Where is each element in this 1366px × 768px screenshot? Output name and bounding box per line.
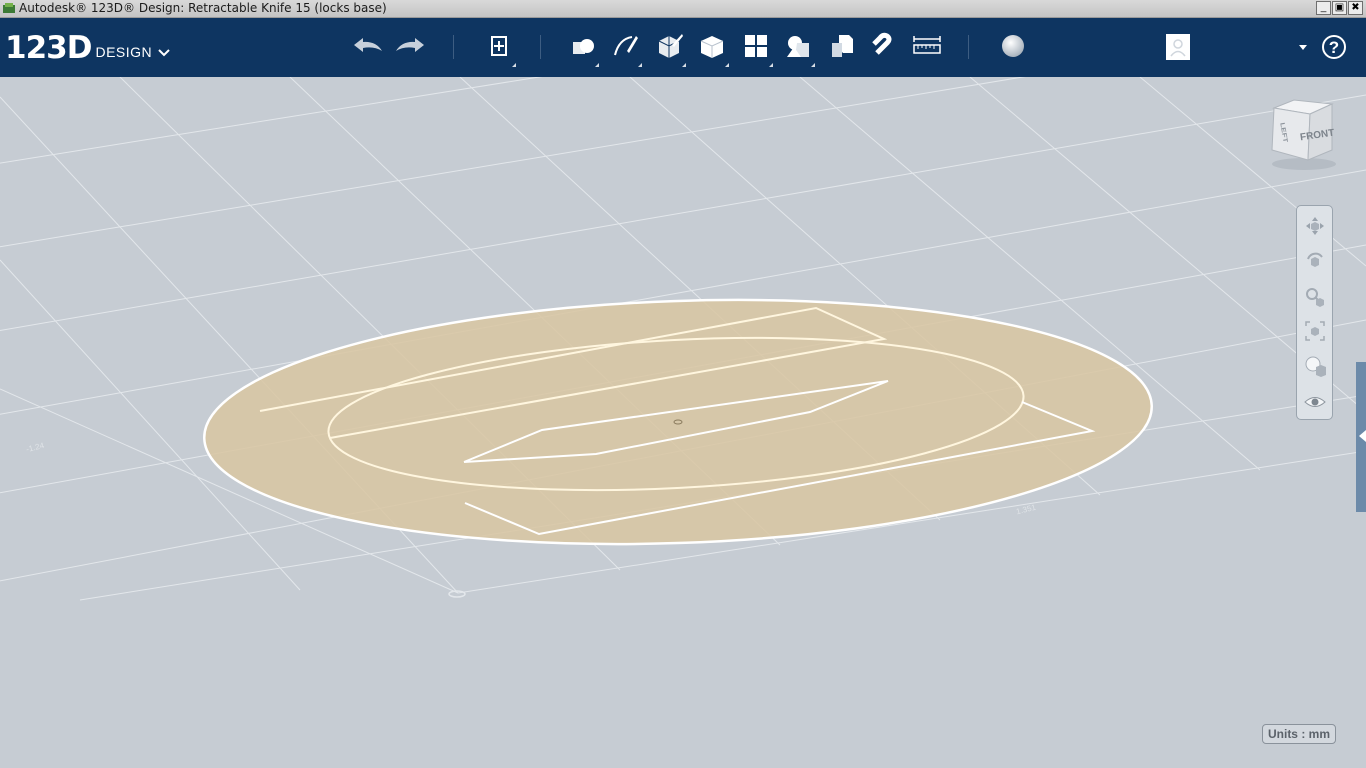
- account-dropdown-icon[interactable]: [1299, 45, 1307, 50]
- material-button[interactable]: [996, 29, 1030, 63]
- account-button[interactable]: [1166, 34, 1190, 60]
- logo-number: 123D: [5, 30, 92, 66]
- view-mode-icon: [1305, 356, 1326, 377]
- close-button[interactable]: ✖: [1348, 1, 1363, 15]
- transform-button[interactable]: [482, 29, 516, 67]
- pan-icon: [1306, 217, 1324, 235]
- units-indicator[interactable]: Units : mm: [1262, 724, 1336, 744]
- toolbar-separator: [968, 35, 969, 59]
- snap-button[interactable]: [867, 29, 901, 63]
- app-icon: [3, 3, 15, 13]
- group-icon: [787, 36, 809, 57]
- toolbar-separator: [540, 35, 541, 59]
- view-cube[interactable]: LEFT FRONT: [1264, 98, 1340, 174]
- undo-button[interactable]: [350, 29, 384, 63]
- primitives-button[interactable]: [565, 29, 599, 67]
- help-button[interactable]: ?: [1322, 35, 1346, 59]
- orbit-button[interactable]: [1303, 249, 1327, 273]
- redo-icon: [396, 38, 424, 52]
- material-icon: [1002, 35, 1024, 57]
- logo-word: DESIGN: [95, 44, 153, 60]
- chevron-down-icon: [158, 49, 170, 57]
- pattern-button[interactable]: [739, 29, 773, 67]
- combine-button[interactable]: [825, 29, 859, 63]
- fit-icon: [1305, 321, 1325, 341]
- modify-icon: [700, 36, 724, 58]
- main-toolbar: 123D DESIGN ?: [0, 18, 1366, 77]
- sketch-button[interactable]: [608, 29, 642, 67]
- sketch-icon: [614, 36, 638, 56]
- modify-button[interactable]: [695, 29, 729, 67]
- orbit-icon: [1307, 252, 1323, 267]
- construct-button[interactable]: [652, 29, 686, 67]
- visibility-button[interactable]: [1303, 390, 1327, 414]
- pan-button[interactable]: [1303, 214, 1327, 238]
- account-icon: [1170, 39, 1186, 57]
- fit-button[interactable]: [1303, 319, 1327, 343]
- zoom-button[interactable]: [1303, 285, 1327, 309]
- view-mode-button[interactable]: [1303, 354, 1327, 378]
- grid-and-sketch: [0, 77, 1366, 601]
- snap-icon: [872, 32, 892, 55]
- chevron-left-icon: [1359, 430, 1366, 442]
- window-title: Autodesk® 123D® Design: Retractable Knif…: [19, 1, 387, 15]
- construct-icon: [658, 34, 683, 58]
- app-menu-button[interactable]: 123D DESIGN: [5, 30, 170, 66]
- redo-button[interactable]: [394, 29, 428, 63]
- minimize-button[interactable]: _: [1316, 1, 1331, 15]
- transform-icon: [491, 36, 507, 56]
- zoom-icon: [1306, 288, 1324, 307]
- sketch-profile: [203, 298, 1153, 546]
- primitives-icon: [573, 39, 594, 54]
- measure-button[interactable]: [910, 29, 944, 63]
- viewport-canvas[interactable]: -1.24 1.351: [0, 77, 1366, 768]
- group-button[interactable]: [781, 29, 815, 67]
- pattern-icon: [745, 35, 767, 57]
- navigation-bar: [1296, 205, 1333, 420]
- undo-icon: [354, 38, 382, 52]
- toolbar-separator: [453, 35, 454, 59]
- combine-icon: [832, 35, 853, 57]
- measure-icon: [913, 36, 941, 54]
- side-panel-toggle[interactable]: [1356, 362, 1366, 512]
- window-title-bar: Autodesk® 123D® Design: Retractable Knif…: [0, 0, 1366, 18]
- visibility-icon: [1304, 397, 1326, 407]
- restore-button[interactable]: ▣: [1332, 1, 1347, 15]
